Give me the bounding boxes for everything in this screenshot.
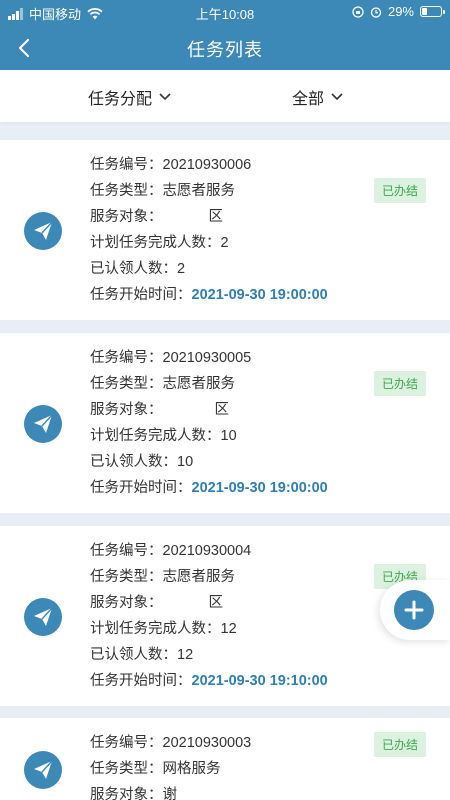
task-avatar bbox=[24, 405, 62, 443]
planned-count: 12 bbox=[220, 621, 237, 637]
start-time: 2021-09-30 19:00:00 bbox=[191, 480, 328, 496]
task-number-row: 任务编号：20210930006 bbox=[90, 157, 252, 173]
battery-icon bbox=[420, 6, 445, 17]
claimed-count: 2 bbox=[177, 261, 186, 277]
task-card[interactable]: 任务编号：20210930003 任务类型：网格服务 服务对象：谢 已办结 bbox=[0, 718, 450, 800]
task-number: 20210930003 bbox=[162, 735, 252, 751]
planned-count-row: 计划任务完成人数：2 bbox=[90, 235, 229, 251]
add-task-button[interactable] bbox=[394, 590, 434, 630]
task-number: 20210930006 bbox=[162, 157, 252, 173]
task-card[interactable]: 任务编号：20210930006 任务类型：志愿者服务 服务对象：区 计划任务完… bbox=[0, 140, 450, 320]
status-badge: 已办结 bbox=[373, 732, 426, 757]
paper-plane-icon bbox=[34, 414, 53, 433]
paper-plane-icon bbox=[34, 221, 53, 240]
chevron-down-icon bbox=[331, 93, 343, 101]
service-target: 区 bbox=[208, 595, 224, 611]
task-type: 志愿者服务 bbox=[162, 376, 236, 392]
planned-count-row: 计划任务完成人数：12 bbox=[90, 621, 237, 637]
status-filter-dropdown[interactable]: 全部 bbox=[292, 85, 344, 109]
task-number-row: 任务编号：20210930003 bbox=[90, 735, 252, 751]
task-type-row: 任务类型：志愿者服务 bbox=[90, 376, 236, 392]
task-number: 20210930004 bbox=[162, 543, 252, 559]
task-type-row: 任务类型：志愿者服务 bbox=[90, 183, 236, 199]
task-avatar bbox=[24, 598, 62, 636]
planned-count: 10 bbox=[220, 428, 237, 444]
start-time-row: 任务开始时间：2021-09-30 19:00:00 bbox=[90, 480, 328, 496]
add-button-container bbox=[380, 580, 450, 640]
status-badge: 已办结 bbox=[373, 178, 426, 203]
task-type: 网格服务 bbox=[162, 761, 221, 777]
task-number: 20210930005 bbox=[162, 350, 252, 366]
status-bar: 中国移动 上午10:08 29% bbox=[0, 0, 450, 24]
start-time: 2021-09-30 19:00:00 bbox=[191, 287, 328, 303]
start-time-row: 任务开始时间：2021-09-30 19:10:00 bbox=[90, 673, 328, 689]
claimed-count-row: 已认领人数：12 bbox=[90, 647, 194, 663]
filter-bar: 任务分配 全部 bbox=[0, 70, 450, 122]
service-target: 区 bbox=[214, 402, 230, 418]
claimed-count: 12 bbox=[177, 647, 194, 663]
alarm-icon bbox=[370, 6, 382, 18]
claimed-count: 10 bbox=[177, 454, 194, 470]
chevron-down-icon bbox=[159, 93, 171, 101]
page-title: 任务列表 bbox=[187, 40, 263, 60]
assign-filter-dropdown[interactable]: 任务分配 bbox=[88, 85, 172, 109]
service-target-row: 服务对象：区 bbox=[90, 595, 224, 611]
task-type-row: 任务类型：志愿者服务 bbox=[90, 569, 236, 585]
task-number-row: 任务编号：20210930005 bbox=[90, 350, 252, 366]
task-type: 志愿者服务 bbox=[162, 569, 236, 585]
top-bar: 中国移动 上午10:08 29% 任务列表 bbox=[0, 0, 450, 70]
task-avatar bbox=[24, 751, 62, 789]
planned-count: 2 bbox=[220, 235, 229, 251]
status-badge: 已办结 bbox=[373, 371, 426, 396]
service-target-row: 服务对象：谢 bbox=[90, 782, 251, 800]
service-target-row: 服务对象：区 bbox=[90, 209, 224, 225]
task-type: 志愿者服务 bbox=[162, 183, 236, 199]
start-time-row: 任务开始时间：2021-09-30 19:00:00 bbox=[90, 287, 328, 303]
service-target: 谢 bbox=[162, 787, 178, 800]
task-card[interactable]: 任务编号：20210930005 任务类型：志愿者服务 服务对象：区 计划任务完… bbox=[0, 333, 450, 513]
assign-filter-label: 任务分配 bbox=[88, 91, 153, 108]
battery-percent: 29% bbox=[387, 4, 414, 19]
planned-count-row: 计划任务完成人数：10 bbox=[90, 428, 237, 444]
paper-plane-icon bbox=[34, 607, 53, 626]
task-number-row: 任务编号：20210930004 bbox=[90, 543, 252, 559]
claimed-count-row: 已认领人数：10 bbox=[90, 454, 194, 470]
start-time: 2021-09-30 19:10:00 bbox=[191, 673, 328, 689]
plus-icon bbox=[404, 600, 424, 620]
claimed-count-row: 已认领人数：2 bbox=[90, 261, 186, 277]
task-type-row: 任务类型：网格服务 bbox=[90, 761, 221, 777]
paper-plane-icon bbox=[34, 760, 53, 779]
rotation-lock-icon bbox=[352, 5, 364, 18]
status-filter-label: 全部 bbox=[292, 91, 325, 108]
service-target-row: 服务对象：区 bbox=[90, 402, 230, 418]
task-avatar bbox=[24, 212, 62, 250]
service-target: 区 bbox=[208, 209, 224, 225]
